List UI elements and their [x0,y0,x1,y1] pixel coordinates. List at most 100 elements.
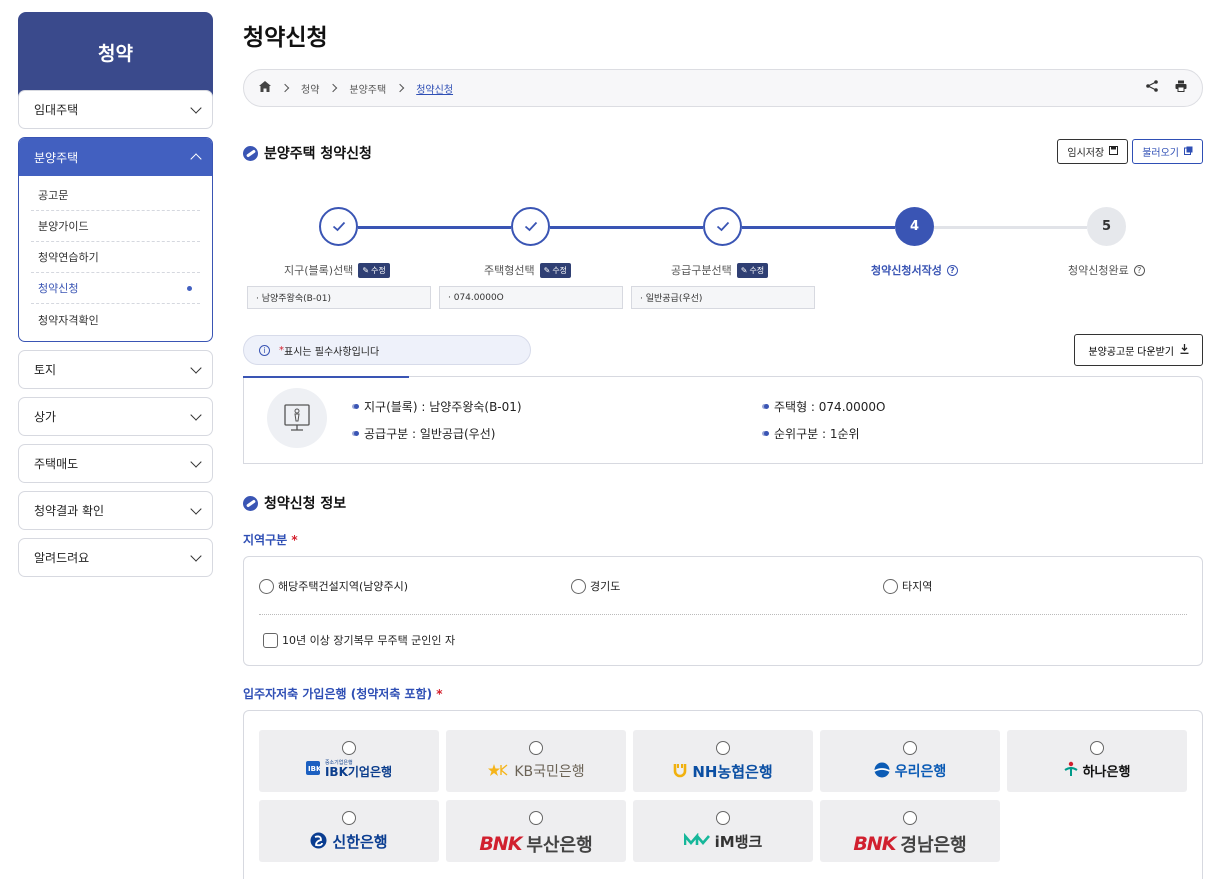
chevron-down-icon [190,408,202,421]
sidebar-item-label: 상가 [34,410,57,424]
gyeongnam-logo: BNK 경남은행 [820,831,1000,857]
home-icon[interactable] [259,81,271,95]
bnk-logo-icon: BNK [479,833,522,855]
sidebar-item-house-sale[interactable]: 주택매도 [18,444,213,483]
required-mark: * [436,687,443,701]
summary-house-type: 주택형 : 074.0000O [764,398,886,415]
sidebar-sub-apply[interactable]: 청약신청 [31,273,200,304]
share-icon[interactable] [1146,80,1158,96]
sidebar-sub-guide[interactable]: 분양가이드 [31,211,200,242]
load-button[interactable]: 불러오기 [1132,139,1203,164]
radio-button[interactable] [529,741,543,755]
bank-option-hana[interactable]: 하나은행 [1007,730,1187,792]
bank-panel: IBK 중소기업은행 IBK기업은행 KB국민은행 NH농협은행 우리은행 하나… [243,710,1203,879]
info-icon: i [259,344,270,356]
sidebar-sub-notice[interactable]: 공고문 [31,180,200,211]
progress-steps: 4 5 지구(블록)선택 ✎ 수정 주택형선택 ✎ 수정 공급구분선택 ✎ 수정 청약… [243,207,1203,317]
radio-button[interactable] [716,811,730,825]
step-3-label: 공급구분선택 ✎ 수정 [671,262,769,278]
radio-button[interactable] [259,578,274,594]
required-notice: i * 표시는 필수사항입니다 [243,335,531,365]
radio-button[interactable] [529,811,543,825]
sidebar-sub-list: 공고문 분양가이드 청약연습하기 청약신청 청약자격확인 [19,176,212,341]
region-option-gyeonggi[interactable]: 경기도 [571,578,620,594]
bank-option-ibk[interactable]: IBK 중소기업은행 IBK기업은행 [259,730,439,792]
chevron-down-icon [190,502,202,515]
step-1-check-icon [319,207,358,246]
breadcrumb-current[interactable]: 청약신청 [416,81,453,96]
breadcrumb: 청약 분양주택 청약신청 [243,69,1203,107]
sidebar-item-rental[interactable]: 임대주택 [18,90,213,129]
region-option-other[interactable]: 타지역 [883,578,932,594]
checkbox[interactable] [263,632,278,648]
bank-option-gyeongnam[interactable]: BNK 경남은행 [820,800,1000,862]
sidebar-item-notices[interactable]: 알려드려요 [18,538,213,577]
bank-option-shinhan[interactable]: 신한은행 [259,800,439,862]
breadcrumb-separator-icon [395,83,405,93]
step-2-edit-button[interactable]: ✎ 수정 [539,262,572,278]
temp-save-button[interactable]: 임시저장 [1057,139,1129,164]
help-icon[interactable]: ? [946,264,958,276]
bank-label-text: 입주자저축 가입은행 (청약저축 포함) [243,687,433,701]
pencil-icon: ✎ [740,265,748,275]
bank-name: 신한은행 [332,833,388,851]
section-title-text: 분양주택 청약신청 [264,146,372,162]
print-icon[interactable] [1175,80,1187,96]
sub-item-label: 분양가이드 [38,220,89,233]
bank-name: 우리은행 [894,764,947,780]
bank-option-im[interactable]: iM뱅크 [633,800,813,862]
notice-text: 표시는 필수사항입니다 [284,346,380,358]
step-5-label: 청약신청완료 ? [1068,262,1145,278]
sidebar-item-label: 알려드려요 [34,551,90,565]
bank-option-woori[interactable]: 우리은행 [820,730,1000,792]
ibk-logo: IBK 중소기업은행 IBK기업은행 [259,761,439,778]
step-label-text: 공급구분선택 [671,264,732,277]
bank-option-kb[interactable]: KB국민은행 [446,730,626,792]
download-notice-button[interactable]: 분양공고문 다운받기 [1074,334,1203,366]
checkbox-label: 10년 이상 장기복무 무주택 군인인 자 [282,634,456,647]
sidebar-item-land[interactable]: 토지 [18,350,213,389]
region-option-local[interactable]: 해당주택건설지역(남양주시) [259,578,408,594]
chevron-down-icon [190,361,202,374]
bank-option-busan[interactable]: BNK 부산은행 [446,800,626,862]
bank-name: 하나은행 [1082,765,1131,780]
section-title-apply: 분양주택 청약신청 [243,143,372,163]
sidebar-item-shop[interactable]: 상가 [18,397,213,436]
section-logo-icon [243,495,258,511]
step-label-text: 청약신청서작성 [871,264,942,277]
breadcrumb-item[interactable]: 분양주택 [349,81,386,96]
section-title-text: 청약신청 정보 [264,496,347,512]
edit-label: 수정 [552,265,568,275]
bank-option-nh[interactable]: NH농협은행 [633,730,813,792]
kiosk-icon [267,388,327,448]
sidebar-title: 청약 [18,12,213,98]
radio-button[interactable] [883,578,898,594]
sidebar-item-results[interactable]: 청약결과 확인 [18,491,213,530]
step-connector [742,226,895,229]
military-checkbox-option[interactable]: 10년 이상 장기복무 무주택 군인인 자 [263,632,455,648]
radio-button[interactable] [903,741,917,755]
radio-button[interactable] [716,741,730,755]
sidebar-sub-practice[interactable]: 청약연습하기 [31,242,200,273]
sidebar-item-label: 주택매도 [34,457,79,471]
step-1-edit-button[interactable]: ✎ 수정 [358,262,390,278]
sidebar-item-sale[interactable]: 분양주택 [19,138,212,176]
radio-button[interactable] [1090,741,1104,755]
top-buttons: 임시저장 불러오기 [1057,139,1203,164]
radio-button[interactable] [571,578,586,594]
breadcrumb-item[interactable]: 청약 [301,81,319,96]
radio-button[interactable] [903,811,917,825]
radio-button[interactable] [342,811,356,825]
edit-label: 수정 [371,265,386,275]
sidebar-sub-eligibility[interactable]: 청약자격확인 [31,304,200,335]
summary-supply: 공급구분 : 일반공급(우선) [354,425,495,442]
help-icon[interactable]: ? [1133,264,1145,276]
sidebar-group-sale: 분양주택 공고문 분양가이드 청약연습하기 청약신청 청약자격확인 [18,137,213,342]
divider [259,614,1187,615]
edit-label: 수정 [749,265,765,275]
sub-item-label: 공고문 [38,189,69,202]
radio-button[interactable] [342,741,356,755]
step-3-edit-button[interactable]: ✎ 수정 [736,262,769,278]
bank-name: 부산은행 [526,835,593,856]
option-label: 타지역 [902,580,933,593]
